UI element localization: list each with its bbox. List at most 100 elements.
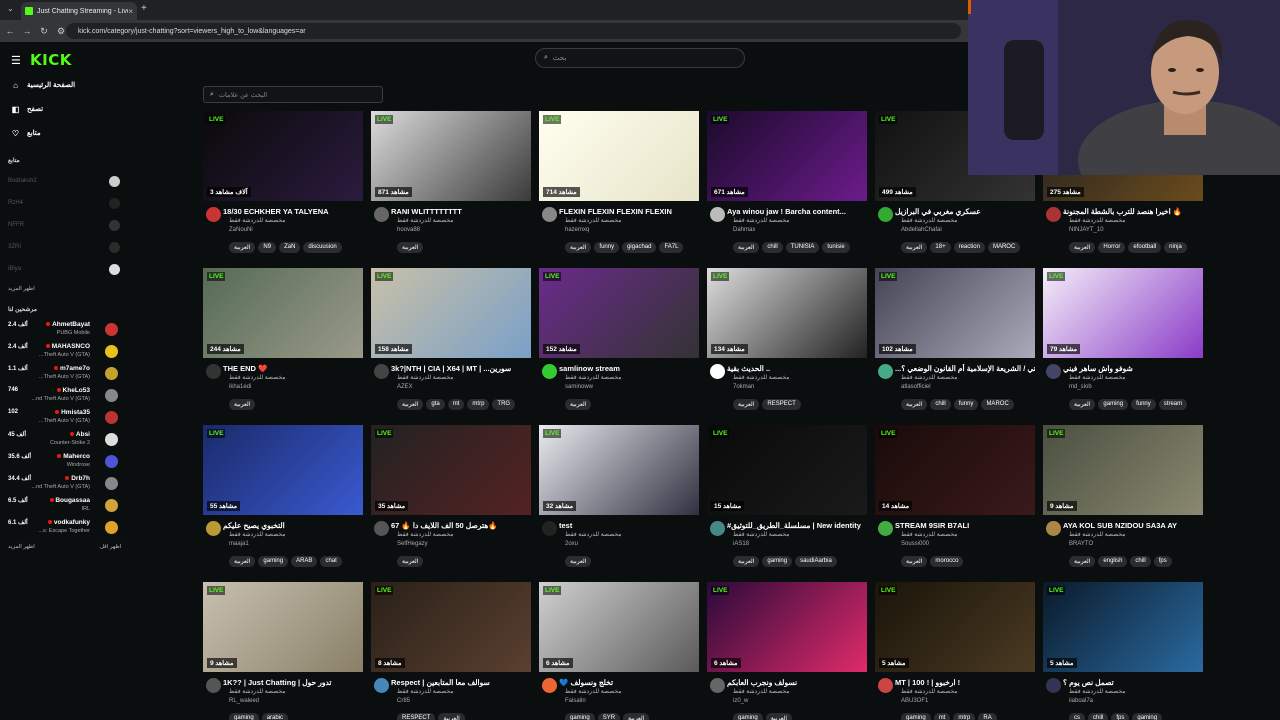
stream-title[interactable]: التخبوي يصبح عليكم — [223, 521, 363, 530]
streamer-name[interactable]: Dahmax — [733, 227, 755, 233]
stream-thumbnail[interactable]: LIVE 14 مشاهد — [875, 425, 1035, 515]
stream-title[interactable]: تصمل نص يوم ؟ — [1063, 678, 1203, 687]
stream-thumbnail[interactable]: LIVE 871 مشاهد — [371, 111, 531, 201]
stream-tag[interactable]: العربية — [1069, 242, 1096, 253]
stream-tag[interactable]: العربية — [565, 556, 592, 567]
stream-tag[interactable]: gaming — [258, 556, 289, 567]
stream-title[interactable]: 💙 تخلج ونسولف — [559, 678, 699, 687]
sidebar-item-recommended[interactable]: 6.5 ألف Bougassaa IRL — [8, 496, 120, 516]
streamer-name[interactable]: RL_waleed — [229, 698, 259, 704]
stream-thumbnail[interactable]: LIVE 671 مشاهد — [707, 111, 867, 201]
stream-tag[interactable]: RA — [978, 713, 997, 720]
address-bar[interactable]: kick.com/category/just-chatting?sort=vie… — [66, 23, 961, 39]
show-more-following[interactable]: اظهر المزيد — [8, 286, 35, 292]
stream-thumbnail[interactable]: LIVE 244 مشاهد — [203, 268, 363, 358]
stream-title[interactable]: MT | 100 ! | ارخبوو ! — [895, 678, 1035, 687]
browser-tab[interactable]: Just Chatting Streaming - Live × — [21, 2, 137, 20]
avatar[interactable] — [374, 364, 389, 379]
stream-tag[interactable]: العربية — [901, 242, 928, 253]
stream-card[interactable]: LIVE 8 مشاهد Respect | سوالف معا المتابعين… — [371, 582, 531, 720]
avatar[interactable] — [1046, 364, 1061, 379]
stream-tag[interactable]: gaming — [762, 556, 793, 567]
tag-search-input[interactable]: ⌕ البحث عن علامات — [203, 86, 383, 103]
stream-title[interactable]: Respect | سوالف معا المتابعين — [391, 678, 531, 687]
stream-title[interactable]: #مسلسلة_الطريق_للتوثيق | New identity — [727, 521, 867, 530]
stream-title[interactable]: نسولف ونجرب العابكم — [727, 678, 867, 687]
stream-tag[interactable]: reaction — [953, 242, 985, 253]
stream-tag[interactable]: العربية — [1069, 556, 1096, 567]
sidebar-item-recommended[interactable]: 2.4 ألف MAHASNCO ...Theft Auto V (GTA) — [8, 342, 120, 362]
stream-title[interactable]: عسكري مغربي في البرازيل — [895, 207, 1035, 216]
stream-tag[interactable]: gaming — [733, 713, 763, 720]
stream-tag[interactable]: العربية — [901, 556, 928, 567]
stream-tag[interactable]: العربية — [565, 399, 592, 410]
stream-tag[interactable]: العربية — [733, 556, 760, 567]
stream-tag[interactable]: العربية — [765, 713, 793, 720]
stream-title[interactable]: Aya winou jaw ! Barcha content... — [727, 207, 867, 216]
stream-tag[interactable]: TUNISIA — [785, 242, 820, 253]
stream-tag[interactable]: MAROC — [987, 242, 1021, 253]
show-less-recommended[interactable]: اظهر اقل — [100, 544, 121, 550]
stream-title[interactable]: 1K?? | Just Chatting | تدور حول — [223, 678, 363, 687]
streamer-name[interactable]: 7okman — [733, 384, 754, 390]
avatar[interactable] — [542, 364, 557, 379]
stream-thumbnail[interactable]: LIVE 6 مشاهد — [539, 582, 699, 672]
avatar[interactable] — [206, 521, 221, 536]
avatar[interactable] — [542, 207, 557, 222]
stream-title[interactable]: 18/30 ECHKHER YA TALYENA — [223, 207, 363, 216]
stream-title[interactable]: اخيرا هنصد للترب بالشطة المجنونة 🔥 — [1063, 207, 1203, 216]
stream-card[interactable]: LIVE 5 مشاهد تصمل نص يوم ؟ مخصصة للدردشة فق… — [1043, 582, 1203, 720]
stream-tag[interactable]: العربية — [229, 242, 256, 253]
avatar[interactable] — [878, 678, 893, 693]
sidebar-item-recommended[interactable]: 45 ألف Absi Counter-Strike 2 — [8, 430, 120, 450]
streamer-name[interactable]: AZEX — [397, 384, 413, 390]
stream-tag[interactable]: chill — [1130, 556, 1151, 567]
stream-tag[interactable]: english — [1098, 556, 1128, 567]
streamer-name[interactable]: iiaboal7a — [1069, 698, 1093, 704]
stream-thumbnail[interactable]: LIVE 9 مشاهد — [203, 582, 363, 672]
stream-tag[interactable]: العربية — [733, 242, 760, 253]
stream-title[interactable]: الحديث بقية .. — [727, 364, 867, 373]
avatar[interactable] — [542, 678, 557, 693]
avatar[interactable] — [710, 678, 725, 693]
stream-tag[interactable]: N9 — [258, 242, 277, 253]
stream-tag[interactable]: العربية — [901, 399, 928, 410]
avatar[interactable] — [374, 207, 389, 222]
stream-card[interactable]: LIVE 32 مشاهد test مخصصة للدردشة فقط 2oxu الع… — [539, 425, 699, 567]
stream-tag[interactable]: 18+ — [930, 242, 951, 253]
streamer-name[interactable]: SelfHegazy — [397, 541, 428, 547]
sidebar-item-following[interactable]: RzH4 — [8, 197, 120, 209]
search-input[interactable]: ⌕ بحث — [535, 48, 745, 68]
stream-title[interactable]: RANI WLITTTTTTTT — [391, 207, 531, 216]
stream-tag[interactable]: العربية — [1069, 399, 1096, 410]
stream-thumbnail[interactable]: LIVE 79 مشاهد — [1043, 268, 1203, 358]
stream-tag[interactable]: funny — [594, 242, 620, 253]
sidebar-item-recommended[interactable]: 746 KheLo53 ...nd Theft Auto V (GTA) — [8, 386, 120, 406]
sidebar-item-recommended[interactable]: 1.1 ألف m7ame7o ...Theft Auto V (GTA) — [8, 364, 120, 384]
stream-card[interactable]: LIVE 6 مشاهد نسولف ونجرب العابكم مخصصة للدر… — [707, 582, 867, 720]
stream-thumbnail[interactable]: LIVE 102 مشاهد — [875, 268, 1035, 358]
avatar[interactable] — [710, 364, 725, 379]
back-icon[interactable]: ← — [3, 26, 17, 36]
stream-card[interactable]: LIVE 134 مشاهد الحديث بقية .. مخصصة للدردشة… — [707, 268, 867, 410]
stream-tag[interactable]: gigachad — [622, 242, 657, 253]
stream-tag[interactable]: gta — [426, 399, 445, 410]
avatar[interactable] — [374, 678, 389, 693]
stream-card[interactable]: LIVE 158 مشاهد 3k?|NTH | CIA | X64 | MT | … — [371, 268, 531, 410]
stream-tag[interactable]: mtrp — [953, 713, 976, 720]
stream-tag[interactable]: chat — [320, 556, 342, 567]
tab-list-chevron-icon[interactable]: ⌄ — [7, 4, 14, 13]
stream-tag[interactable]: العربية — [733, 399, 760, 410]
avatar[interactable] — [878, 207, 893, 222]
stream-card[interactable]: LIVE 671 مشاهد Aya winou jaw ! Barcha cont… — [707, 111, 867, 253]
streamer-name[interactable]: iz0_w — [733, 698, 748, 704]
stream-card[interactable]: LIVE 55 مشاهد التخبوي يصبح عليكم مخصصة للدر… — [203, 425, 363, 567]
sidebar-item-following[interactable]: iBiya — [8, 263, 120, 275]
stream-thumbnail[interactable]: LIVE 35 مشاهد — [371, 425, 531, 515]
stream-tag[interactable]: fps — [1111, 713, 1130, 720]
stream-thumbnail[interactable]: LIVE 9 مشاهد — [1043, 425, 1203, 515]
stream-thumbnail[interactable]: LIVE 6 مشاهد — [707, 582, 867, 672]
streamer-name[interactable]: atlasofficiel — [901, 384, 931, 390]
close-tab-icon[interactable]: × — [128, 7, 133, 16]
stream-tag[interactable]: ARAB — [291, 556, 318, 567]
